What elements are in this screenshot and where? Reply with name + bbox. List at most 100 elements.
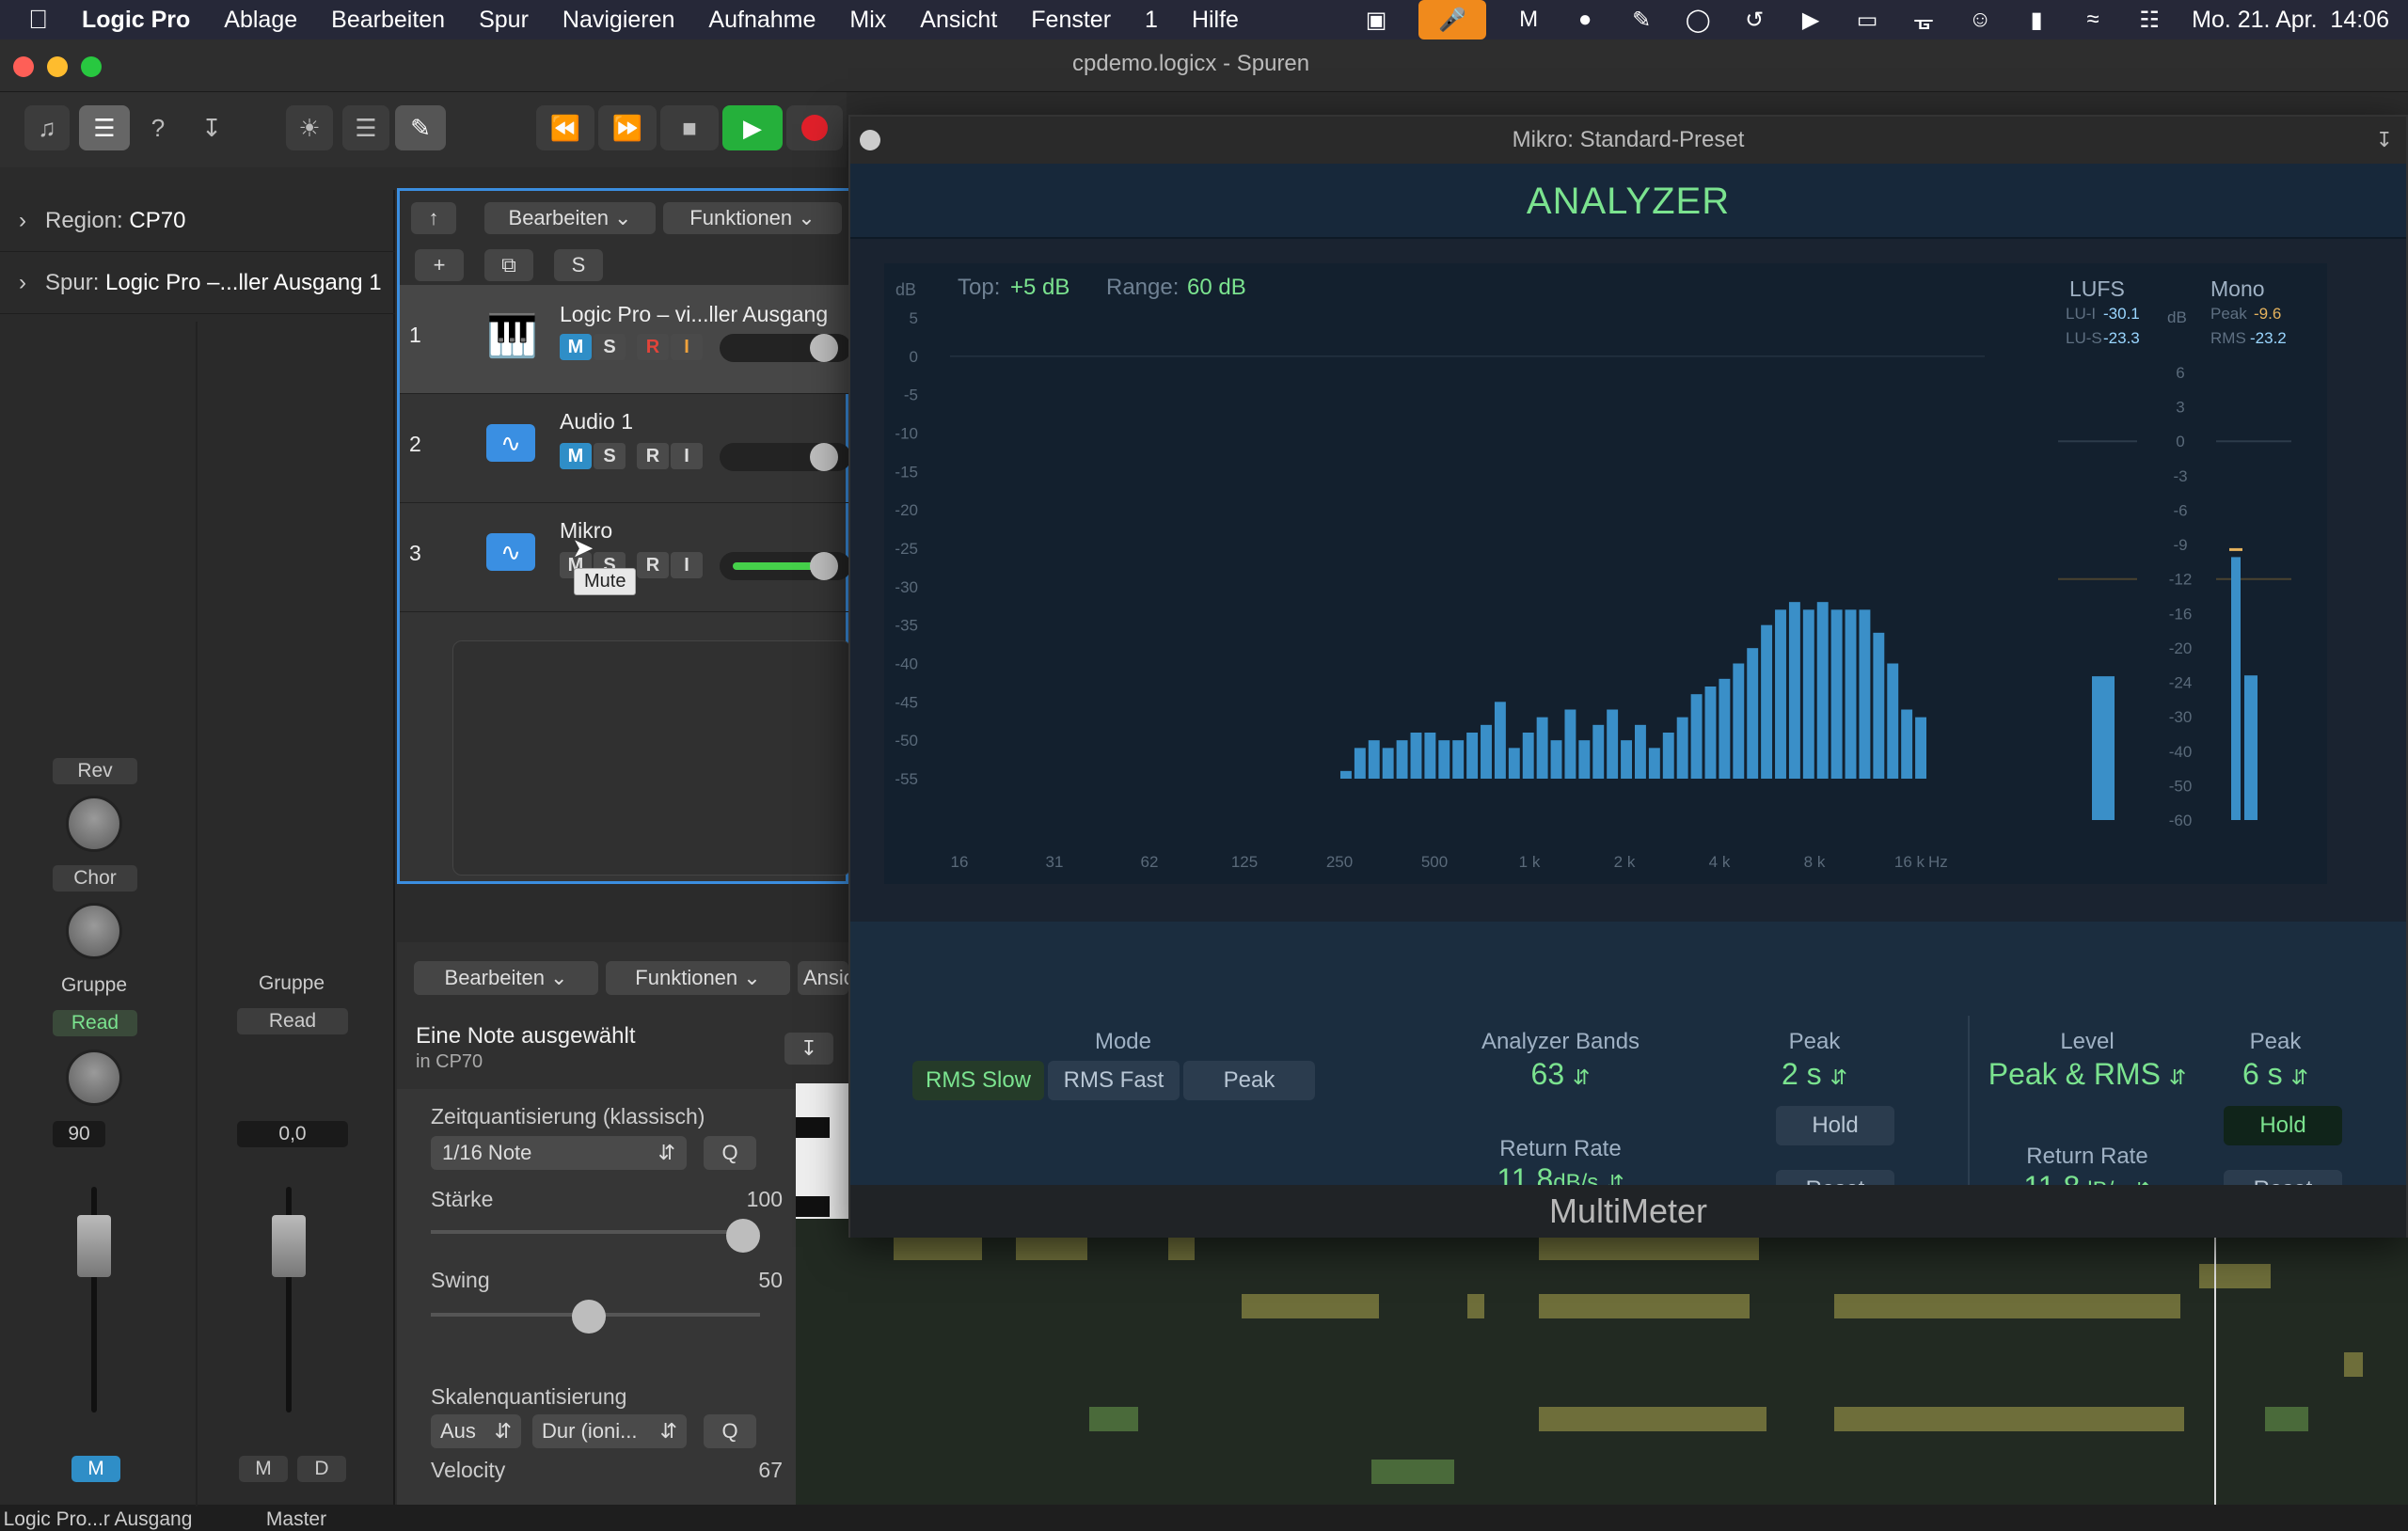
mode-rms-fast[interactable]: RMS Fast — [1048, 1061, 1180, 1100]
tracks-functions-menu[interactable]: Funktionen ⌄ — [663, 202, 842, 234]
bluetooth-icon[interactable]: ᚗ — [1909, 8, 1938, 33]
editor-view-menu[interactable]: Ansicht — [798, 961, 848, 995]
record-enable-button[interactable]: R — [637, 334, 669, 360]
midi-note[interactable] — [1834, 1407, 2184, 1431]
midi-note[interactable] — [1371, 1460, 1454, 1484]
record-enable-button[interactable]: R — [637, 443, 669, 469]
track-volume-knob[interactable] — [810, 334, 838, 362]
midi-note[interactable] — [1539, 1407, 1766, 1431]
midi-note[interactable] — [2199, 1264, 2271, 1288]
midi-note[interactable] — [894, 1236, 982, 1260]
analyzer-hold-button[interactable]: Hold — [1776, 1106, 1894, 1145]
close-plugin-button[interactable] — [860, 130, 880, 150]
swing-slider[interactable] — [572, 1300, 606, 1334]
library-button[interactable]: ♫ — [24, 105, 70, 150]
menu-hilfe[interactable]: Hilfe — [1175, 7, 1256, 34]
minimize-window-button[interactable] — [47, 56, 68, 77]
chor-knob[interactable] — [66, 903, 122, 959]
time-quant-select[interactable]: 1/16 Note ⇵ — [431, 1136, 687, 1170]
automation-read[interactable]: Read — [53, 1010, 137, 1036]
level-hold-button[interactable]: Hold — [2224, 1106, 2342, 1145]
rewind-button[interactable]: ⏪ — [536, 105, 594, 150]
menu-bearbeiten[interactable]: Bearbeiten — [314, 7, 462, 34]
mute-button[interactable]: M — [560, 443, 592, 469]
malwarebytes-icon[interactable]: M — [1514, 7, 1543, 32]
record-button[interactable] — [786, 105, 843, 150]
microphone-icon[interactable]: 🎤 — [1418, 0, 1487, 39]
scale-off-select[interactable]: Aus ⇵ — [431, 1414, 521, 1448]
control-center-icon[interactable]: ☷ — [2135, 8, 2163, 33]
play-circle-icon[interactable]: ▶ — [1797, 8, 1825, 33]
screen-mirror-icon[interactable]: ▭ — [1853, 8, 1881, 33]
clock[interactable]: Mo. 21. Apr. 14:06 — [2192, 7, 2389, 34]
menu-app[interactable]: Logic Pro — [65, 7, 207, 34]
scale-mode-select[interactable]: Dur (ioni... ⇵ — [532, 1414, 687, 1448]
editor-collapse-button[interactable]: ↧ — [784, 1033, 833, 1065]
region-row[interactable]: › Region: CP70 — [0, 190, 395, 252]
midi-note[interactable] — [1089, 1407, 1138, 1431]
stop-button[interactable]: ■ — [660, 105, 719, 150]
piano-roll-grid[interactable] — [796, 1219, 2408, 1505]
mixer-button[interactable]: ☰ — [342, 105, 389, 150]
midi-note[interactable] — [1016, 1236, 1087, 1260]
spy-icon[interactable]: ● — [1571, 7, 1599, 32]
airdrop-icon[interactable]: ◯ — [1684, 8, 1712, 33]
pan-knob[interactable] — [66, 1050, 122, 1106]
mode-peak[interactable]: Peak — [1183, 1061, 1315, 1100]
wifi-icon[interactable]: ≈ — [2079, 7, 2107, 32]
time-quant-q-button[interactable]: Q — [704, 1136, 756, 1170]
level-peak-value[interactable]: 6 s ⇵ — [2205, 1057, 2346, 1092]
input-monitor-button[interactable]: I — [671, 443, 703, 469]
pencil-button[interactable]: ✎ — [395, 105, 446, 150]
analyzer-bands-value[interactable]: 63 ⇵ — [1443, 1057, 1678, 1092]
volume-value[interactable]: 90 — [53, 1121, 105, 1147]
midi-note[interactable] — [1242, 1294, 1379, 1318]
record-stop-icon[interactable]: ▣ — [1362, 8, 1390, 33]
editor-functions-menu[interactable]: Funktionen ⌄ — [606, 961, 790, 995]
track-volume-knob[interactable] — [810, 552, 838, 580]
midi-note[interactable] — [1539, 1294, 1750, 1318]
track-name[interactable]: Audio 1 — [560, 409, 633, 434]
inspector-button[interactable]: ☰ — [79, 105, 130, 150]
close-window-button[interactable] — [13, 56, 34, 77]
track-row-2[interactable]: 2 ∿ Audio 1 M S R I — [400, 394, 851, 503]
solo-button[interactable]: S — [594, 334, 626, 360]
input-monitor-button[interactable]: I — [671, 334, 703, 360]
mode-rms-slow[interactable]: RMS Slow — [912, 1061, 1044, 1100]
menu-ansicht[interactable]: Ansicht — [903, 7, 1014, 34]
chor-send[interactable]: Chor — [53, 865, 137, 892]
rev-knob[interactable] — [66, 796, 122, 852]
midi-note[interactable] — [2265, 1407, 2308, 1431]
volume-fader[interactable] — [77, 1215, 111, 1277]
mute-button[interactable]: M — [560, 334, 592, 360]
time-machine-icon[interactable]: ↺ — [1740, 8, 1768, 33]
master-volume-value[interactable]: 0,0 — [237, 1121, 348, 1147]
smart-controls-button[interactable]: ☀ — [286, 105, 333, 150]
playhead[interactable] — [2214, 1219, 2216, 1505]
track-volume-knob[interactable] — [810, 443, 838, 471]
back-button[interactable]: ↑ — [411, 202, 456, 234]
master-dim-button[interactable]: D — [297, 1456, 346, 1482]
input-monitor-button[interactable]: I — [671, 552, 703, 578]
strength-slider[interactable] — [726, 1219, 760, 1253]
strip1-mute-button[interactable]: M — [71, 1456, 120, 1482]
fast-forward-button[interactable]: ⏩ — [598, 105, 657, 150]
master-group-label[interactable]: Gruppe — [235, 972, 348, 995]
zoom-window-button[interactable] — [81, 56, 102, 77]
group-label[interactable]: Gruppe — [38, 974, 150, 997]
peak-hold-value[interactable]: 2 s ⇵ — [1725, 1057, 1904, 1092]
global-solo-button[interactable]: S — [554, 249, 603, 281]
midi-note[interactable] — [1539, 1236, 1759, 1260]
menu-aufnahme[interactable]: Aufnahme — [691, 7, 832, 34]
track-name[interactable]: Logic Pro – vi...ller Ausgang — [560, 302, 828, 327]
plugin-menu-icon[interactable]: ↧ — [2376, 117, 2393, 164]
solo-button[interactable]: S — [594, 443, 626, 469]
tracks-edit-menu[interactable]: Bearbeiten ⌄ — [484, 202, 656, 234]
editor-edit-menu[interactable]: Bearbeiten ⌄ — [414, 961, 598, 995]
battery-icon[interactable]: ▮ — [2022, 8, 2051, 33]
menu-navigieren[interactable]: Navigieren — [546, 7, 692, 34]
menu-spur[interactable]: Spur — [462, 7, 546, 34]
play-button[interactable]: ▶ — [722, 105, 783, 150]
help-button[interactable]: ? — [139, 105, 177, 150]
menu-1[interactable]: 1 — [1128, 7, 1175, 34]
